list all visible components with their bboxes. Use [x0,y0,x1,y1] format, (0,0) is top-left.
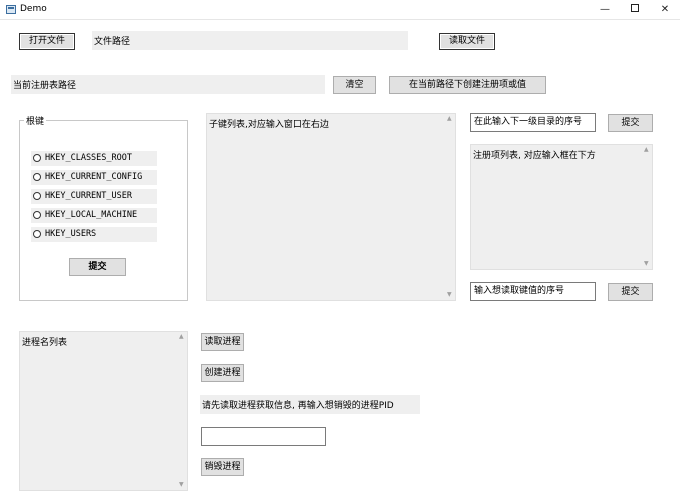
scroll-down-icon[interactable]: ▼ [644,260,649,268]
registry-path-label: 当前注册表路径 [11,75,325,94]
value-list-scrollbar[interactable]: ▲ ▼ [643,145,652,269]
process-list[interactable]: 进程名列表 ▲ ▼ [19,331,188,491]
subkey-list-text: 子键列表,对应输入窗口在右边 [209,120,329,130]
root-key-group-title: 根键 [24,114,47,127]
maximize-icon [631,4,639,12]
registry-value-list-text: 注册项列表, 对应输入框在下方 [473,151,596,161]
maximize-button[interactable] [618,0,652,20]
create-process-button[interactable]: 创建进程 [201,364,244,382]
title-bar: Demo — ✕ [0,0,680,20]
scroll-up-icon[interactable]: ▲ [179,333,184,341]
radio-hkey-users[interactable]: HKEY_USERS [31,227,157,242]
value-index-input[interactable]: 输入想读取键值的序号 [470,282,596,301]
subdir-index-input[interactable]: 在此输入下一级目录的序号 [470,113,596,132]
radio-hkey-current-user[interactable]: HKEY_CURRENT_USER [31,189,157,204]
process-hint-label: 请先读取进程获取信息, 再输入想销毁的进程PID [200,395,420,414]
kill-process-button[interactable]: 销毁进程 [201,458,244,476]
radio-hkey-current-config[interactable]: HKEY_CURRENT_CONFIG [31,170,157,185]
radio-circle-icon[interactable] [33,173,41,181]
radio-circle-icon[interactable] [33,211,41,219]
value-submit-button[interactable]: 提交 [608,283,653,301]
radio-circle-icon[interactable] [33,192,41,200]
minimize-button[interactable]: — [588,0,622,20]
scroll-down-icon[interactable]: ▼ [447,291,452,299]
scroll-up-icon[interactable]: ▲ [644,146,649,154]
radio-circle-icon[interactable] [33,154,41,162]
radio-hkey-classes-root[interactable]: HKEY_CLASSES_ROOT [31,151,157,166]
read-file-button[interactable]: 读取文件 [439,33,495,50]
process-list-scrollbar[interactable]: ▲ ▼ [178,332,187,490]
read-process-button[interactable]: 读取进程 [201,333,244,351]
registry-value-list[interactable]: 注册项列表, 对应输入框在下方 ▲ ▼ [470,144,653,270]
open-file-button[interactable]: 打开文件 [19,33,75,50]
subkey-list[interactable]: 子键列表,对应输入窗口在右边 ▲ ▼ [206,113,456,301]
window-title: Demo [20,4,47,14]
subkey-list-scrollbar[interactable]: ▲ ▼ [446,114,455,300]
process-list-text: 进程名列表 [22,338,68,348]
file-path-label: 文件路径 [92,31,408,50]
radio-hkey-local-machine[interactable]: HKEY_LOCAL_MACHINE [31,208,157,223]
clear-button[interactable]: 清空 [333,76,376,94]
app-window-icon [6,5,16,14]
root-submit-button[interactable]: 提交 [69,258,126,276]
scroll-down-icon[interactable]: ▼ [179,481,184,489]
radio-circle-icon[interactable] [33,230,41,238]
close-button[interactable]: ✕ [648,0,680,20]
pid-input[interactable] [201,427,326,446]
subdir-submit-button[interactable]: 提交 [608,114,653,132]
scroll-up-icon[interactable]: ▲ [447,115,452,123]
create-registry-item-button[interactable]: 在当前路径下创建注册项或值 [389,76,546,94]
